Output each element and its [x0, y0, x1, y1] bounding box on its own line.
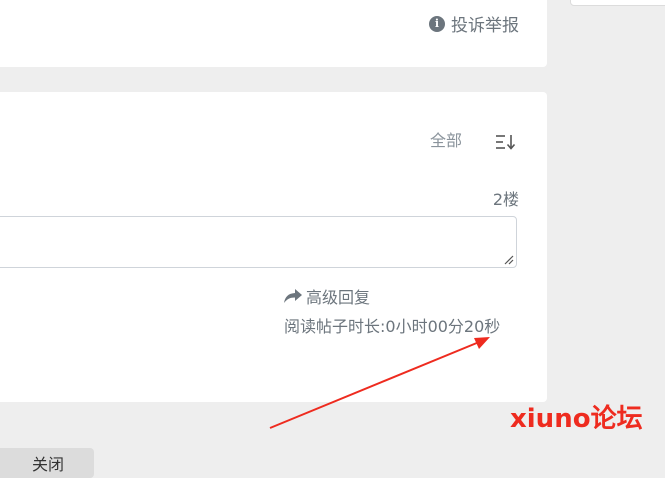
sort-descending-icon[interactable]	[495, 134, 517, 150]
post-actions-card: i 投诉举报	[0, 0, 547, 67]
watermark-text: xiuno论坛	[510, 404, 643, 434]
report-link[interactable]: i 投诉举报	[429, 11, 519, 36]
info-icon: i	[429, 15, 445, 32]
sidebar-card-edge	[570, 0, 665, 6]
reply-textarea[interactable]	[0, 216, 517, 268]
resize-grip-icon[interactable]	[504, 255, 514, 265]
floor-number: 2楼	[492, 190, 519, 209]
share-arrow-icon	[284, 289, 302, 303]
advanced-reply-label: 高级回复	[306, 288, 371, 307]
advanced-reply-link[interactable]: 高级回复	[284, 284, 370, 308]
report-label: 投诉举报	[451, 16, 519, 36]
close-button[interactable]: 关闭	[0, 448, 94, 478]
filter-all-tab[interactable]: 全部	[430, 127, 462, 151]
annotation-arrow	[269, 337, 490, 429]
